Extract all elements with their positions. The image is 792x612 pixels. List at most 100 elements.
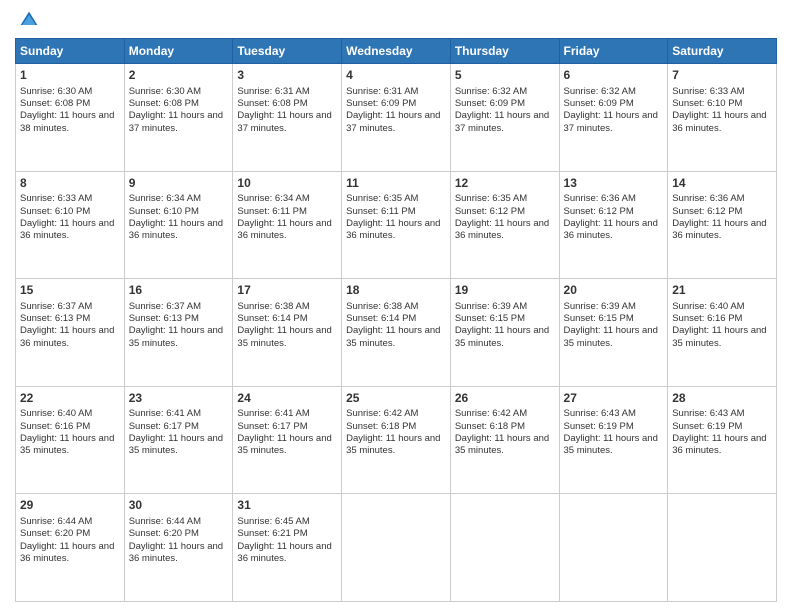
sunrise-text: Sunrise: 6:31 AM xyxy=(237,86,309,97)
daylight-text: Daylight: 11 hours and 35 minutes. xyxy=(237,433,331,456)
day-number: 20 xyxy=(564,283,664,299)
sunrise-text: Sunrise: 6:32 AM xyxy=(564,86,636,97)
sunset-text: Sunset: 6:16 PM xyxy=(20,421,90,432)
sunrise-text: Sunrise: 6:35 AM xyxy=(455,193,527,204)
sunrise-text: Sunrise: 6:45 AM xyxy=(237,516,309,527)
daylight-text: Daylight: 11 hours and 37 minutes. xyxy=(564,110,658,133)
daylight-text: Daylight: 11 hours and 38 minutes. xyxy=(20,110,114,133)
sunset-text: Sunset: 6:11 PM xyxy=(346,206,416,217)
day-number: 16 xyxy=(129,283,229,299)
sunset-text: Sunset: 6:09 PM xyxy=(455,98,525,109)
day-header-sunday: Sunday xyxy=(16,39,125,64)
calendar-cell: 9Sunrise: 6:34 AMSunset: 6:10 PMDaylight… xyxy=(124,171,233,279)
day-number: 4 xyxy=(346,68,446,84)
sunrise-text: Sunrise: 6:37 AM xyxy=(20,301,92,312)
calendar-cell: 15 Sunrise: 6:37 AMSunset: 6:13 PMDayligh… xyxy=(16,279,125,387)
sunset-text: Sunset: 6:08 PM xyxy=(237,98,307,109)
daylight-text: Daylight: 11 hours and 36 minutes. xyxy=(346,218,440,241)
calendar-cell: 27Sunrise: 6:43 AMSunset: 6:19 PMDayligh… xyxy=(559,386,668,494)
week-row-2: 8Sunrise: 6:33 AMSunset: 6:10 PMDaylight… xyxy=(16,171,777,279)
calendar-cell: 29Sunrise: 6:44 AMSunset: 6:20 PMDayligh… xyxy=(16,494,125,602)
daylight-text: Daylight: 11 hours and 36 minutes. xyxy=(237,541,331,564)
calendar-cell: 21Sunrise: 6:40 AMSunset: 6:16 PMDayligh… xyxy=(668,279,777,387)
calendar-cell: 18Sunrise: 6:38 AMSunset: 6:14 PMDayligh… xyxy=(342,279,451,387)
day-number: 23 xyxy=(129,391,229,407)
sunset-text: Sunset: 6:15 PM xyxy=(455,313,525,324)
day-number: 10 xyxy=(237,176,337,192)
sunset-text: Sunset: 6:09 PM xyxy=(346,98,416,109)
calendar-cell: 5Sunrise: 6:32 AMSunset: 6:09 PMDaylight… xyxy=(450,64,559,172)
sunrise-text: Sunrise: 6:44 AM xyxy=(129,516,201,527)
calendar-cell: 17Sunrise: 6:38 AMSunset: 6:14 PMDayligh… xyxy=(233,279,342,387)
day-number: 7 xyxy=(672,68,772,84)
calendar-cell: 22Sunrise: 6:40 AMSunset: 6:16 PMDayligh… xyxy=(16,386,125,494)
daylight-text: Daylight: 11 hours and 37 minutes. xyxy=(455,110,549,133)
day-number: 1 xyxy=(20,68,120,84)
sunrise-text: Sunrise: 6:31 AM xyxy=(346,86,418,97)
sunrise-text: Sunrise: 6:38 AM xyxy=(346,301,418,312)
sunset-text: Sunset: 6:12 PM xyxy=(672,206,742,217)
day-number: 15 xyxy=(20,283,120,299)
daylight-text: Daylight: 11 hours and 36 minutes. xyxy=(237,218,331,241)
daylight-text: Daylight: 11 hours and 36 minutes. xyxy=(20,325,114,348)
calendar-cell: 12Sunrise: 6:35 AM Sunset: 6:12 PMDayligh… xyxy=(450,171,559,279)
day-number: 17 xyxy=(237,283,337,299)
day-number: 21 xyxy=(672,283,772,299)
daylight-text: Daylight: 11 hours and 36 minutes. xyxy=(455,218,549,241)
calendar-cell xyxy=(342,494,451,602)
sunset-text: Sunset: 6:08 PM xyxy=(129,98,199,109)
sunrise-text: Sunrise: 6:41 AM xyxy=(129,408,201,419)
sunset-text: Sunset: 6:17 PM xyxy=(237,421,307,432)
calendar-table: SundayMondayTuesdayWednesdayThursdayFrid… xyxy=(15,38,777,602)
sunset-text: Sunset: 6:11 PM xyxy=(237,206,307,217)
calendar-cell: 13Sunrise: 6:36 AMSunset: 6:12 PMDayligh… xyxy=(559,171,668,279)
sunrise-text: Sunrise: 6:40 AM xyxy=(672,301,744,312)
sunset-text: Sunset: 6:12 PM xyxy=(564,206,634,217)
calendar-cell: 30Sunrise: 6:44 AMSunset: 6:20 PMDayligh… xyxy=(124,494,233,602)
sunrise-text: Sunrise: 6:33 AM xyxy=(672,86,744,97)
sunset-text: Sunset: 6:09 PM xyxy=(564,98,634,109)
calendar-cell: 3Sunrise: 6:31 AMSunset: 6:08 PMDaylight… xyxy=(233,64,342,172)
day-header-monday: Monday xyxy=(124,39,233,64)
sunset-text: Sunset: 6:18 PM xyxy=(455,421,525,432)
sunset-text: Sunset: 6:10 PM xyxy=(129,206,199,217)
daylight-text: Daylight: 11 hours and 36 minutes. xyxy=(20,218,114,241)
daylight-text: Daylight: 11 hours and 35 minutes. xyxy=(346,325,440,348)
sunrise-text: Sunrise: 6:34 AM xyxy=(237,193,309,204)
sunrise-text: Sunrise: 6:30 AM xyxy=(129,86,201,97)
calendar-cell: 26Sunrise: 6:42 AMSunset: 6:18 PMDayligh… xyxy=(450,386,559,494)
calendar-cell: 16Sunrise: 6:37 AMSunset: 6:13 PMDayligh… xyxy=(124,279,233,387)
sunset-text: Sunset: 6:12 PM xyxy=(455,206,525,217)
calendar-cell: 19Sunrise: 6:39 AMSunset: 6:15 PMDayligh… xyxy=(450,279,559,387)
daylight-text: Daylight: 11 hours and 35 minutes. xyxy=(564,433,658,456)
sunrise-text: Sunrise: 6:30 AM xyxy=(20,86,92,97)
day-number: 12 xyxy=(455,176,555,192)
day-number: 31 xyxy=(237,498,337,514)
calendar-cell xyxy=(450,494,559,602)
sunrise-text: Sunrise: 6:44 AM xyxy=(20,516,92,527)
calendar-cell: 8Sunrise: 6:33 AMSunset: 6:10 PMDaylight… xyxy=(16,171,125,279)
sunset-text: Sunset: 6:15 PM xyxy=(564,313,634,324)
daylight-text: Daylight: 11 hours and 35 minutes. xyxy=(564,325,658,348)
calendar-cell: 20Sunrise: 6:39 AMSunset: 6:15 PMDayligh… xyxy=(559,279,668,387)
daylight-text: Daylight: 11 hours and 36 minutes. xyxy=(129,218,223,241)
daylight-text: Daylight: 11 hours and 36 minutes. xyxy=(672,218,766,241)
day-header-saturday: Saturday xyxy=(668,39,777,64)
sunrise-text: Sunrise: 6:36 AM xyxy=(672,193,744,204)
calendar-cell: 10Sunrise: 6:34 AM Sunset: 6:11 PMDayligh… xyxy=(233,171,342,279)
sunrise-text: Sunrise: 6:42 AM xyxy=(455,408,527,419)
daylight-text: Daylight: 11 hours and 35 minutes. xyxy=(455,325,549,348)
calendar-cell: 31 Sunrise: 6:45 AMSunset: 6:21 PM Dayligh… xyxy=(233,494,342,602)
day-number: 6 xyxy=(564,68,664,84)
day-number: 29 xyxy=(20,498,120,514)
daylight-text: Daylight: 11 hours and 36 minutes. xyxy=(672,110,766,133)
day-number: 13 xyxy=(564,176,664,192)
calendar-cell: 6 Sunrise: 6:32 AMSunset: 6:09 PMDaylight… xyxy=(559,64,668,172)
day-header-friday: Friday xyxy=(559,39,668,64)
sunset-text: Sunset: 6:18 PM xyxy=(346,421,416,432)
daylight-text: Daylight: 11 hours and 36 minutes. xyxy=(672,433,766,456)
sunset-text: Sunset: 6:21 PM xyxy=(237,528,307,539)
sunset-text: Sunset: 6:13 PM xyxy=(20,313,90,324)
sunset-text: Sunset: 6:14 PM xyxy=(237,313,307,324)
daylight-text: Daylight: 11 hours and 36 minutes. xyxy=(564,218,658,241)
